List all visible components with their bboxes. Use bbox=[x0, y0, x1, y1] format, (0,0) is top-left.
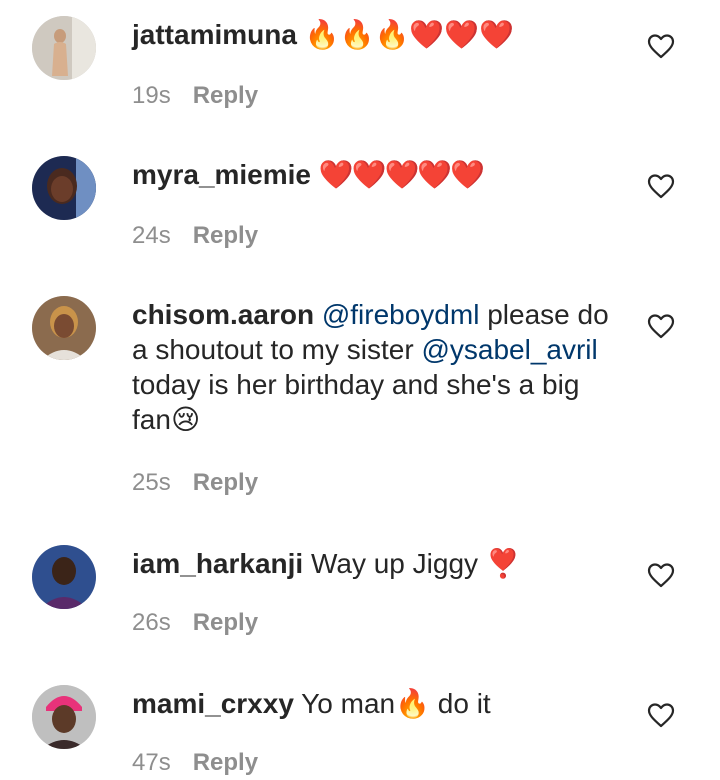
comment-timestamp: 19s bbox=[132, 82, 171, 109]
emoji: 🔥🔥🔥❤️❤️❤️ bbox=[304, 19, 514, 50]
avatar-photo-icon bbox=[32, 685, 96, 749]
mention-link[interactable]: @ysabel_avril bbox=[421, 334, 597, 365]
comment-text: mami_crxxy Yo man🔥 do it bbox=[132, 686, 612, 721]
like-button[interactable] bbox=[647, 702, 675, 728]
comment-timestamp: 47s bbox=[132, 749, 171, 776]
comment-meta: 47s Reply bbox=[132, 749, 258, 777]
comment-meta: 24s Reply bbox=[132, 222, 258, 250]
avatar-photo-icon bbox=[32, 156, 96, 220]
comment-username[interactable]: myra_miemie bbox=[132, 159, 311, 190]
heart-outline-icon bbox=[647, 314, 675, 339]
comment-timestamp: 24s bbox=[132, 222, 171, 249]
emoji: 😢 bbox=[170, 404, 201, 435]
like-button[interactable] bbox=[647, 562, 675, 588]
comment-body: Yo man bbox=[293, 688, 396, 719]
emoji: ❣️ bbox=[485, 548, 521, 579]
avatar-photo-icon bbox=[32, 545, 96, 609]
avatar[interactable] bbox=[32, 296, 96, 360]
comment-timestamp: 25s bbox=[132, 469, 171, 496]
avatar[interactable] bbox=[32, 16, 96, 80]
reply-button[interactable]: Reply bbox=[193, 82, 258, 109]
reply-button[interactable]: Reply bbox=[193, 222, 258, 249]
heart-outline-icon bbox=[647, 703, 675, 728]
comment-text: myra_miemie ❤️❤️❤️❤️❤️ bbox=[132, 157, 612, 192]
avatar[interactable] bbox=[32, 685, 96, 749]
comment-username[interactable]: jattamimuna bbox=[132, 19, 297, 50]
emoji: ❤️❤️❤️❤️❤️ bbox=[318, 159, 485, 190]
comment-text: jattamimuna 🔥🔥🔥❤️❤️❤️ bbox=[132, 17, 612, 52]
comment-list: jattamimuna 🔥🔥🔥❤️❤️❤️ 19s Reply myra_miem… bbox=[0, 0, 720, 780]
emoji: 🔥 bbox=[395, 688, 430, 719]
comment-timestamp: 26s bbox=[132, 609, 171, 636]
comment-meta: 26s Reply bbox=[132, 609, 258, 637]
mention-link[interactable]: @fireboydml bbox=[322, 299, 480, 330]
avatar-photo-icon bbox=[32, 16, 96, 80]
comment-body: do it bbox=[429, 688, 491, 719]
avatar-photo-icon bbox=[32, 296, 96, 360]
heart-outline-icon bbox=[647, 34, 675, 59]
comment-meta: 19s Reply bbox=[132, 82, 258, 110]
comment-username[interactable]: chisom.aaron bbox=[132, 299, 314, 330]
like-button[interactable] bbox=[647, 173, 675, 199]
reply-button[interactable]: Reply bbox=[193, 749, 258, 776]
comment-meta: 25s Reply bbox=[132, 469, 258, 497]
comment-text: chisom.aaron @fireboydml please do a sho… bbox=[132, 297, 612, 437]
reply-button[interactable]: Reply bbox=[193, 469, 258, 496]
like-button[interactable] bbox=[647, 313, 675, 339]
comment-username[interactable]: mami_crxxy bbox=[132, 688, 294, 719]
comment-body: Way up Jiggy bbox=[303, 548, 486, 579]
avatar[interactable] bbox=[32, 156, 96, 220]
comment-username[interactable]: iam_harkanji bbox=[132, 548, 303, 579]
avatar[interactable] bbox=[32, 545, 96, 609]
comment-text: iam_harkanji Way up Jiggy ❣️ bbox=[132, 546, 612, 581]
reply-button[interactable]: Reply bbox=[193, 609, 258, 636]
heart-outline-icon bbox=[647, 563, 675, 588]
like-button[interactable] bbox=[647, 33, 675, 59]
heart-outline-icon bbox=[647, 174, 675, 199]
